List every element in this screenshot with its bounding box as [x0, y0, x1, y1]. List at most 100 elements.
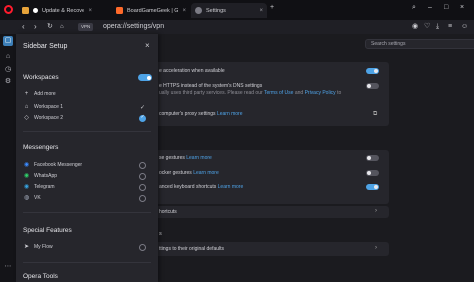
- workspace-2-checkbox[interactable]: [139, 114, 146, 122]
- windows-settings-icon: [22, 7, 29, 14]
- sidebar-setup-icon[interactable]: ▢: [3, 36, 13, 46]
- sidebar-rail: ▢ ⌂ ◷ ⚙ ⋯: [0, 34, 16, 282]
- home-icon[interactable]: ⌂: [60, 21, 64, 33]
- divider: [23, 262, 151, 263]
- row-label: ocker gestures Learn more: [159, 170, 219, 176]
- row-label: hortcuts: [159, 209, 177, 215]
- whatsapp-checkbox[interactable]: [139, 173, 146, 180]
- learn-more-link[interactable]: Learn more: [218, 184, 244, 190]
- add-workspace-button[interactable]: + Add more: [23, 89, 151, 99]
- item-label: Telegram: [34, 184, 55, 190]
- row-label: se gestures Learn more: [159, 155, 212, 161]
- close-tab-icon[interactable]: ×: [182, 8, 186, 14]
- plus-icon: +: [24, 90, 29, 97]
- settings-icon[interactable]: ⚙: [3, 77, 13, 87]
- circle-icon: [33, 8, 38, 13]
- reload-icon[interactable]: ↻: [47, 21, 53, 33]
- external-link-icon[interactable]: ⧉: [373, 111, 377, 118]
- hardware-acceleration-toggle[interactable]: [366, 68, 379, 74]
- item-label: WhatsApp: [34, 173, 58, 179]
- easy-setup-icon[interactable]: ≡: [448, 22, 452, 32]
- messengers-heading: Messengers: [23, 144, 59, 151]
- check-icon: ✓: [140, 105, 146, 111]
- workspace-item-2[interactable]: ◇ Workspace 2: [23, 113, 151, 123]
- opera-tools-heading: Opera Tools: [23, 273, 58, 280]
- address-bar: ‹ › ↻ ⌂ VPN opera://settings/vpn ◉ ♡ ⤓ ≡…: [0, 20, 474, 34]
- tab-update-recovery[interactable]: Update & Recovery ×: [18, 3, 96, 18]
- tab-label: BoardGameGeek | Gaming: [127, 7, 179, 14]
- tab-boardgamegeek[interactable]: BoardGameGeek | Gaming ×: [112, 3, 190, 18]
- workspace-icon: ◇: [24, 114, 29, 121]
- my-flow-checkbox[interactable]: [139, 244, 146, 251]
- vk-checkbox[interactable]: [139, 195, 146, 202]
- tab-label: Settings: [206, 7, 226, 14]
- close-tab-icon[interactable]: ×: [88, 8, 92, 14]
- history-icon[interactable]: ◷: [3, 65, 13, 75]
- minimize-icon[interactable]: –: [428, 4, 432, 11]
- facebook-messenger-checkbox[interactable]: [139, 162, 146, 169]
- bgg-icon: [116, 7, 123, 14]
- close-window-icon[interactable]: ×: [460, 4, 464, 11]
- messenger-item-facebook[interactable]: ◉ Facebook Messenger: [23, 160, 151, 170]
- keyboard-shortcuts-toggle[interactable]: [366, 184, 379, 190]
- secure-dns-toggle[interactable]: [366, 83, 379, 89]
- opera-logo-icon[interactable]: [4, 5, 13, 14]
- learn-more-link[interactable]: Learn more: [193, 170, 219, 176]
- reset-section-title: s: [159, 231, 162, 237]
- row-label: anced keyboard shortcuts Learn more: [159, 184, 244, 190]
- rocker-gestures-toggle[interactable]: [366, 170, 379, 176]
- profile-icon[interactable]: ☺: [461, 22, 468, 32]
- workspace-item-1[interactable]: ⌂ Workspace 1: [23, 102, 151, 112]
- row-label: ttings to their original defaults: [159, 246, 225, 252]
- my-flow-icon: ➤: [23, 243, 30, 250]
- heart-icon[interactable]: ♡: [424, 22, 430, 32]
- telegram-icon: ◉: [23, 183, 30, 190]
- forward-icon[interactable]: ›: [34, 21, 37, 33]
- download-icon[interactable]: ⤓: [436, 22, 439, 32]
- maximize-icon[interactable]: □: [444, 4, 448, 11]
- messenger-item-telegram[interactable]: ◉ Telegram: [23, 182, 151, 192]
- special-item-my-flow[interactable]: ➤ My Flow: [23, 242, 151, 252]
- more-icon[interactable]: ⋯: [3, 262, 13, 272]
- tab-label: Update & Recovery: [42, 7, 85, 14]
- url-field[interactable]: opera://settings/vpn: [103, 22, 164, 32]
- chevron-right-icon: ›: [375, 245, 377, 251]
- messenger-item-whatsapp[interactable]: ◉ WhatsApp: [23, 171, 151, 181]
- privacy-policy-link[interactable]: Privacy Policy: [305, 90, 336, 96]
- terms-of-use-link[interactable]: Terms of Use: [264, 90, 293, 96]
- close-icon[interactable]: ×: [145, 41, 150, 50]
- row-label: computer's proxy settings Learn more: [159, 111, 243, 117]
- row-label: e HTTPS instead of the system's DNS sett…: [159, 83, 263, 89]
- divider: [23, 131, 151, 132]
- close-tab-icon[interactable]: ×: [259, 8, 263, 14]
- item-label: My Flow: [34, 244, 53, 250]
- chevron-right-icon: ›: [375, 208, 377, 214]
- learn-more-link[interactable]: Learn more: [217, 111, 243, 117]
- row-sub: ually uses third party services. Please …: [159, 90, 342, 96]
- back-icon[interactable]: ‹: [22, 21, 25, 33]
- settings-card-shortcuts: se gestures Learn more ocker gestures Le…: [155, 150, 389, 204]
- tab-settings[interactable]: Settings ×: [191, 3, 267, 18]
- mouse-gestures-toggle[interactable]: [366, 155, 379, 161]
- telegram-checkbox[interactable]: [139, 184, 146, 191]
- messenger-item-vk[interactable]: ◍ VK: [23, 193, 151, 203]
- search-tabs-icon[interactable]: ⌕: [412, 4, 416, 12]
- home-icon[interactable]: ⌂: [3, 52, 13, 62]
- item-label: Facebook Messenger: [34, 162, 83, 168]
- item-label: Workspace 1: [34, 104, 64, 110]
- new-tab-icon[interactable]: +: [270, 4, 274, 11]
- vk-icon: ◍: [23, 194, 30, 201]
- workspace-icon: ⌂: [24, 103, 29, 110]
- camera-icon[interactable]: ◉: [412, 22, 418, 32]
- item-label: VK: [34, 195, 41, 201]
- workspaces-toggle[interactable]: [138, 74, 152, 81]
- item-label: Add more: [34, 91, 56, 97]
- sidebar-setup-panel: Sidebar Setup × Workspaces + Add more ⌂ …: [16, 34, 158, 282]
- reset-settings-row[interactable]: ttings to their original defaults ›: [155, 242, 389, 256]
- workspaces-heading: Workspaces: [23, 74, 59, 81]
- configure-shortcuts-row[interactable]: hortcuts ›: [155, 206, 389, 218]
- gear-icon: [195, 7, 202, 14]
- search-settings-input[interactable]: Search settings: [365, 39, 474, 49]
- learn-more-link[interactable]: Learn more: [186, 155, 212, 161]
- vpn-badge[interactable]: VPN: [78, 23, 94, 31]
